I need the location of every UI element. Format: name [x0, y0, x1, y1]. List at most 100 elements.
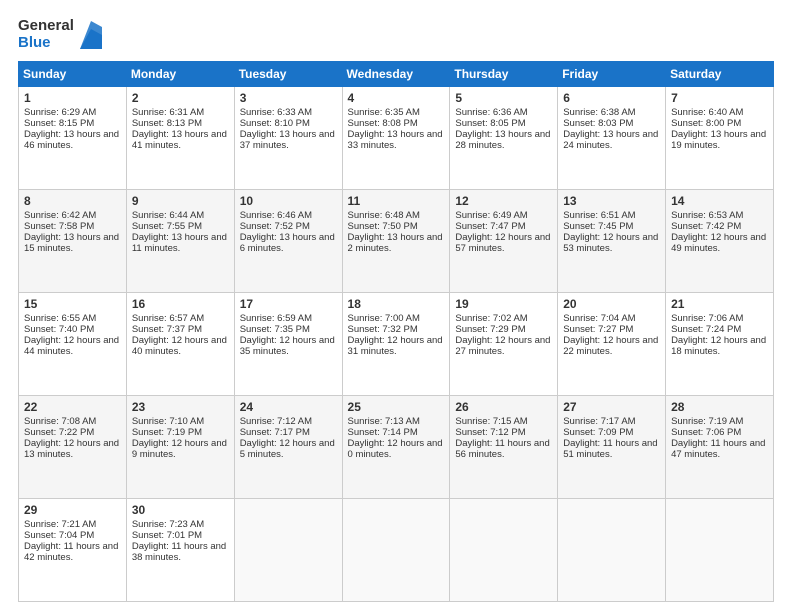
sunset-label: Sunset: 7:40 PM	[24, 324, 94, 335]
sunset-label: Sunset: 7:14 PM	[348, 427, 418, 438]
daylight-label: Daylight: 12 hours and 57 minutes.	[455, 232, 550, 254]
sunset-label: Sunset: 7:37 PM	[132, 324, 202, 335]
sunrise-label: Sunrise: 7:10 AM	[132, 416, 204, 427]
sunset-label: Sunset: 7:04 PM	[24, 530, 94, 541]
sunrise-label: Sunrise: 7:08 AM	[24, 416, 96, 427]
daylight-label: Daylight: 12 hours and 44 minutes.	[24, 335, 119, 357]
day-number: 3	[240, 91, 337, 105]
sunrise-label: Sunrise: 6:35 AM	[348, 107, 420, 118]
day-number: 9	[132, 194, 229, 208]
daylight-label: Daylight: 13 hours and 37 minutes.	[240, 129, 335, 151]
table-row: 17 Sunrise: 6:59 AM Sunset: 7:35 PM Dayl…	[234, 293, 342, 396]
day-number: 20	[563, 297, 660, 311]
table-row: 19 Sunrise: 7:02 AM Sunset: 7:29 PM Dayl…	[450, 293, 558, 396]
daylight-label: Daylight: 12 hours and 35 minutes.	[240, 335, 335, 357]
sunrise-label: Sunrise: 6:46 AM	[240, 210, 312, 221]
sunrise-label: Sunrise: 6:42 AM	[24, 210, 96, 221]
table-row: 24 Sunrise: 7:12 AM Sunset: 7:17 PM Dayl…	[234, 396, 342, 499]
table-row: 8 Sunrise: 6:42 AM Sunset: 7:58 PM Dayli…	[19, 190, 127, 293]
sunrise-label: Sunrise: 7:06 AM	[671, 313, 743, 324]
table-row	[666, 499, 774, 602]
sunset-label: Sunset: 7:06 PM	[671, 427, 741, 438]
day-number: 5	[455, 91, 552, 105]
col-saturday: Saturday	[666, 62, 774, 87]
day-number: 17	[240, 297, 337, 311]
col-tuesday: Tuesday	[234, 62, 342, 87]
table-row: 14 Sunrise: 6:53 AM Sunset: 7:42 PM Dayl…	[666, 190, 774, 293]
daylight-label: Daylight: 13 hours and 46 minutes.	[24, 129, 119, 151]
daylight-label: Daylight: 12 hours and 22 minutes.	[563, 335, 658, 357]
sunrise-label: Sunrise: 7:00 AM	[348, 313, 420, 324]
sunset-label: Sunset: 7:27 PM	[563, 324, 633, 335]
logo: General Blue	[18, 18, 102, 51]
table-row: 26 Sunrise: 7:15 AM Sunset: 7:12 PM Dayl…	[450, 396, 558, 499]
table-row: 12 Sunrise: 6:49 AM Sunset: 7:47 PM Dayl…	[450, 190, 558, 293]
sunset-label: Sunset: 7:55 PM	[132, 221, 202, 232]
day-number: 1	[24, 91, 121, 105]
sunrise-label: Sunrise: 6:49 AM	[455, 210, 527, 221]
col-thursday: Thursday	[450, 62, 558, 87]
page: General Blue Sunday Monday Tuesday Wedne…	[0, 0, 792, 612]
day-number: 11	[348, 194, 445, 208]
table-row: 6 Sunrise: 6:38 AM Sunset: 8:03 PM Dayli…	[558, 87, 666, 190]
sunrise-label: Sunrise: 7:19 AM	[671, 416, 743, 427]
table-row: 27 Sunrise: 7:17 AM Sunset: 7:09 PM Dayl…	[558, 396, 666, 499]
day-number: 12	[455, 194, 552, 208]
sunset-label: Sunset: 8:10 PM	[240, 118, 310, 129]
day-number: 19	[455, 297, 552, 311]
sunrise-label: Sunrise: 7:12 AM	[240, 416, 312, 427]
sunrise-label: Sunrise: 6:44 AM	[132, 210, 204, 221]
day-number: 6	[563, 91, 660, 105]
daylight-label: Daylight: 13 hours and 15 minutes.	[24, 232, 119, 254]
day-number: 8	[24, 194, 121, 208]
table-row: 7 Sunrise: 6:40 AM Sunset: 8:00 PM Dayli…	[666, 87, 774, 190]
table-row	[342, 499, 450, 602]
day-number: 22	[24, 400, 121, 414]
daylight-label: Daylight: 13 hours and 2 minutes.	[348, 232, 443, 254]
daylight-label: Daylight: 13 hours and 6 minutes.	[240, 232, 335, 254]
sunrise-label: Sunrise: 7:17 AM	[563, 416, 635, 427]
table-row: 3 Sunrise: 6:33 AM Sunset: 8:10 PM Dayli…	[234, 87, 342, 190]
sunrise-label: Sunrise: 6:55 AM	[24, 313, 96, 324]
sunset-label: Sunset: 7:58 PM	[24, 221, 94, 232]
day-number: 10	[240, 194, 337, 208]
col-sunday: Sunday	[19, 62, 127, 87]
table-row: 23 Sunrise: 7:10 AM Sunset: 7:19 PM Dayl…	[126, 396, 234, 499]
daylight-label: Daylight: 12 hours and 49 minutes.	[671, 232, 766, 254]
sunrise-label: Sunrise: 7:04 AM	[563, 313, 635, 324]
sunrise-label: Sunrise: 7:13 AM	[348, 416, 420, 427]
sunrise-label: Sunrise: 6:29 AM	[24, 107, 96, 118]
calendar-header-row: Sunday Monday Tuesday Wednesday Thursday…	[19, 62, 774, 87]
table-row: 4 Sunrise: 6:35 AM Sunset: 8:08 PM Dayli…	[342, 87, 450, 190]
day-number: 29	[24, 503, 121, 517]
sunset-label: Sunset: 7:01 PM	[132, 530, 202, 541]
col-wednesday: Wednesday	[342, 62, 450, 87]
sunset-label: Sunset: 7:12 PM	[455, 427, 525, 438]
day-number: 28	[671, 400, 768, 414]
day-number: 27	[563, 400, 660, 414]
sunrise-label: Sunrise: 6:36 AM	[455, 107, 527, 118]
sunset-label: Sunset: 8:00 PM	[671, 118, 741, 129]
daylight-label: Daylight: 12 hours and 0 minutes.	[348, 438, 443, 460]
daylight-label: Daylight: 12 hours and 31 minutes.	[348, 335, 443, 357]
col-monday: Monday	[126, 62, 234, 87]
table-row: 5 Sunrise: 6:36 AM Sunset: 8:05 PM Dayli…	[450, 87, 558, 190]
sunrise-label: Sunrise: 6:53 AM	[671, 210, 743, 221]
daylight-label: Daylight: 12 hours and 40 minutes.	[132, 335, 227, 357]
daylight-label: Daylight: 13 hours and 28 minutes.	[455, 129, 550, 151]
table-row	[234, 499, 342, 602]
sunrise-label: Sunrise: 7:21 AM	[24, 519, 96, 530]
sunset-label: Sunset: 8:03 PM	[563, 118, 633, 129]
daylight-label: Daylight: 13 hours and 24 minutes.	[563, 129, 658, 151]
daylight-label: Daylight: 11 hours and 51 minutes.	[563, 438, 657, 460]
day-number: 26	[455, 400, 552, 414]
day-number: 21	[671, 297, 768, 311]
sunset-label: Sunset: 7:35 PM	[240, 324, 310, 335]
daylight-label: Daylight: 13 hours and 11 minutes.	[132, 232, 227, 254]
day-number: 15	[24, 297, 121, 311]
daylight-label: Daylight: 11 hours and 56 minutes.	[455, 438, 549, 460]
daylight-label: Daylight: 12 hours and 18 minutes.	[671, 335, 766, 357]
daylight-label: Daylight: 12 hours and 53 minutes.	[563, 232, 658, 254]
sunset-label: Sunset: 7:22 PM	[24, 427, 94, 438]
table-row: 16 Sunrise: 6:57 AM Sunset: 7:37 PM Dayl…	[126, 293, 234, 396]
